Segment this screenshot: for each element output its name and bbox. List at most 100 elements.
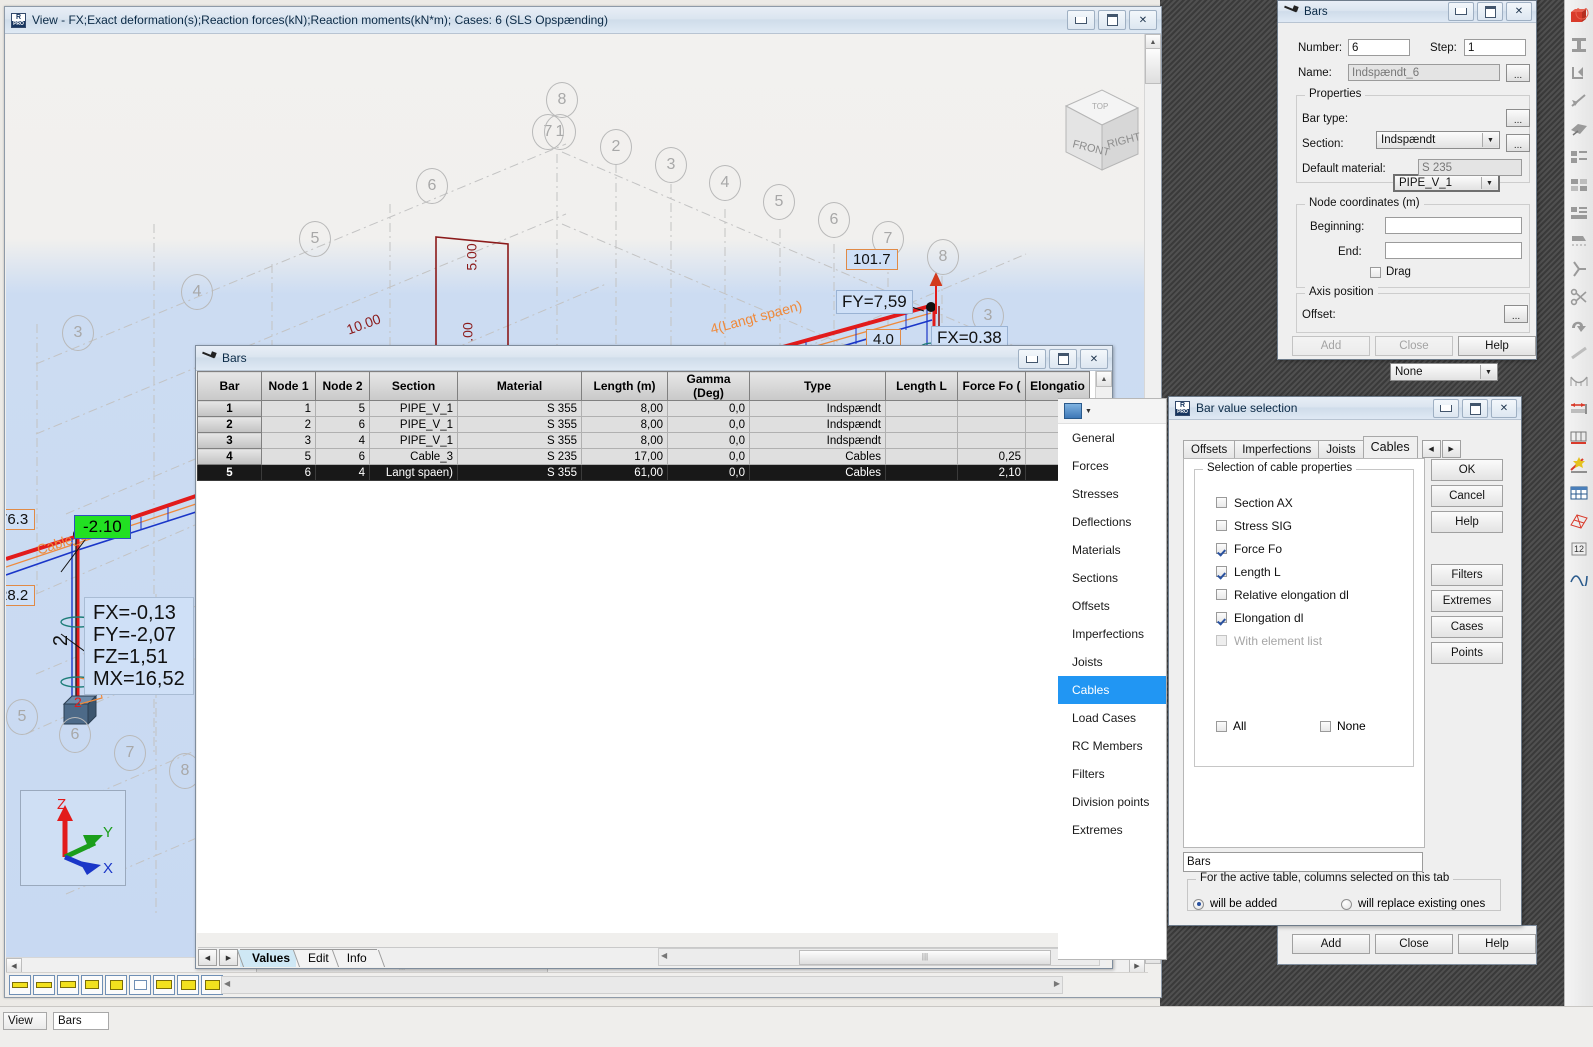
row-header-cell[interactable]: 4 <box>197 448 262 465</box>
column-panel-header[interactable]: ▼ <box>1058 399 1266 424</box>
column-category-sections[interactable]: Sections <box>1058 564 1166 592</box>
bars-grid[interactable]: Bar Node 1 Node 2 Section Material Lengt… <box>197 371 1095 933</box>
scroll-left-arrow[interactable]: ◀ <box>661 951 667 960</box>
column-category-panel[interactable]: ▼ General Forces Stresses Deflections Materi… <box>1058 398 1266 960</box>
column-header-force-fo[interactable]: Force Fo ( <box>957 371 1026 401</box>
add-button-secondary[interactable]: Add <box>1292 934 1370 954</box>
table-cell-length[interactable]: 17,00 <box>581 448 668 465</box>
column-category-joists[interactable]: Joists <box>1058 648 1166 676</box>
tab-offsets[interactable]: Offsets <box>1183 440 1236 459</box>
table-cell-length[interactable]: 8,00 <box>581 432 668 449</box>
column-category-cables[interactable]: Cables <box>1058 676 1166 704</box>
bars-table-maximize-button[interactable] <box>1049 349 1077 369</box>
bars-table-titlebar[interactable]: Bars ✕ <box>196 346 1112 371</box>
checkbox-length-l[interactable] <box>1216 566 1227 577</box>
table-cell-force_fo[interactable] <box>957 432 1026 449</box>
extremes-button[interactable]: Extremes <box>1431 590 1503 612</box>
chevron-down-icon[interactable]: ▼ <box>1480 365 1496 379</box>
column-category-rc-members[interactable]: RC Members <box>1058 732 1166 760</box>
all-checkbox-row[interactable]: All <box>1216 719 1246 733</box>
table-cell-gamma[interactable]: 0,0 <box>667 448 750 465</box>
table-cell-section[interactable]: PIPE_V_1 <box>369 400 458 417</box>
table-cell-length_l[interactable] <box>885 416 958 433</box>
node-n-icon[interactable] <box>9 974 31 995</box>
bar-line-icon[interactable] <box>1567 88 1591 113</box>
drag-checkbox-row[interactable]: Drag <box>1370 266 1411 278</box>
chevron-down-icon[interactable]: ▼ <box>1085 408 1092 415</box>
scissors-icon[interactable] <box>1567 284 1591 309</box>
section-combo[interactable]: PIPE_V_1 ▼ <box>1393 174 1500 192</box>
load-icon[interactable] <box>105 974 127 995</box>
points-button[interactable]: Points <box>1431 642 1503 664</box>
table-cell-section[interactable]: PIPE_V_1 <box>369 432 458 449</box>
picture-dropdown-icon[interactable] <box>1064 403 1082 419</box>
column-category-imperfections[interactable]: Imperfections <box>1058 620 1166 648</box>
bvs-maximize-button[interactable] <box>1462 399 1488 418</box>
help-button[interactable]: Help <box>1431 511 1503 533</box>
tab-imperfections[interactable]: Imperfections <box>1234 440 1320 459</box>
filters-button[interactable]: Filters <box>1431 564 1503 586</box>
table-row[interactable]: 1 1 5 PIPE_V_1 S 355 8,00 0,0 Indspændt <box>197 400 1090 417</box>
row-header-cell[interactable]: 1 <box>197 400 262 417</box>
table-cell-force_fo[interactable] <box>957 416 1026 433</box>
i-section-icon[interactable] <box>1567 32 1591 57</box>
table-cell-node2[interactable]: 4 <box>315 432 370 449</box>
result-icon[interactable] <box>1567 564 1591 589</box>
column-header-length-l[interactable]: Length L <box>885 371 958 401</box>
table-cell-node2[interactable]: 5 <box>315 400 370 417</box>
status-bars-field[interactable]: Bars <box>53 1012 109 1030</box>
checkbox-section-ax[interactable] <box>1216 497 1227 508</box>
node-support-icon[interactable] <box>1567 60 1591 85</box>
axis-icon[interactable] <box>129 974 151 995</box>
cases-button[interactable]: Cases <box>1431 616 1503 638</box>
panel-rows-icon[interactable] <box>1567 200 1591 225</box>
beginning-field[interactable] <box>1385 217 1522 234</box>
column-category-load-cases[interactable]: Load Cases <box>1058 704 1166 732</box>
cable-properties-checkbox-list[interactable]: Section AX Stress SIG Force Fo Length L Rela… <box>1216 491 1416 652</box>
column-header-node1[interactable]: Node 1 <box>261 371 316 401</box>
checkbox-row-relative-elongation-dl[interactable]: Relative elongation dl <box>1216 583 1416 606</box>
none-checkbox-row[interactable]: None <box>1320 719 1366 733</box>
table-cell-length[interactable]: 61,00 <box>581 464 668 481</box>
bars-sheet-tabstrip[interactable]: ◀ ▶ Values Edit Info ◀ ||| ▶ <box>198 947 1106 967</box>
bvs-minimize-button[interactable] <box>1433 399 1459 418</box>
table-cell-force_fo[interactable] <box>957 400 1026 417</box>
help-button-secondary[interactable]: Help <box>1458 934 1536 954</box>
offset-browse-button[interactable]: ... <box>1504 305 1528 323</box>
bars-dialog-titlebar[interactable]: Bars ✕ <box>1278 1 1536 23</box>
close-button[interactable]: Close <box>1375 336 1453 356</box>
view-cube[interactable]: FRONT RIGHT TOP <box>1046 82 1144 177</box>
tab-scroll-left[interactable]: ◀ <box>198 949 217 966</box>
bars-horizontal-scrollbar[interactable]: ◀ ||| ▶ <box>658 948 1100 966</box>
table-cell-type[interactable]: Cables <box>749 464 886 481</box>
table-cell-node1[interactable]: 5 <box>261 448 316 465</box>
radio-will-be-added-row[interactable]: will be added <box>1193 898 1277 910</box>
column-category-division-points[interactable]: Division points <box>1058 788 1166 816</box>
table-cell-type[interactable]: Indspændt <box>749 416 886 433</box>
scroll-right-arrow[interactable]: ▶ <box>1054 979 1060 988</box>
column-category-list[interactable]: General Forces Stresses Deflections Material… <box>1058 424 1166 844</box>
table-cell-section[interactable]: PIPE_V_1 <box>369 416 458 433</box>
bvs-titlebar[interactable]: R PRO Bar value selection ✕ <box>1169 397 1521 420</box>
table-cell-type[interactable]: Indspændt <box>749 400 886 417</box>
chevron-down-icon[interactable]: ▼ <box>1482 133 1498 147</box>
column-header-bar[interactable]: Bar <box>197 371 262 401</box>
cancel-button[interactable]: Cancel <box>1431 485 1503 507</box>
bars-table-close-button[interactable]: ✕ <box>1080 349 1108 369</box>
none-checkbox[interactable] <box>1320 720 1331 732</box>
row-header-cell[interactable]: 2 <box>197 416 262 433</box>
surface-icon[interactable] <box>1567 116 1591 141</box>
table-name-field[interactable]: Bars <box>1183 852 1423 872</box>
table-cell-node1[interactable]: 3 <box>261 432 316 449</box>
table-cell-node2[interactable]: 6 <box>315 448 370 465</box>
table-cell-node1[interactable]: 2 <box>261 416 316 433</box>
row-header-cell[interactable]: 3 <box>197 432 262 449</box>
cable-net-icon[interactable] <box>1567 368 1591 393</box>
table-cell-section[interactable]: Cable_3 <box>369 448 458 465</box>
support-icon[interactable] <box>81 974 103 995</box>
span-dim-icon[interactable] <box>1567 396 1591 421</box>
tab-scroll-right[interactable]: ▶ <box>219 949 238 966</box>
column-header-material[interactable]: Material <box>457 371 582 401</box>
table-cell-material[interactable]: S 355 <box>457 400 582 417</box>
table-cell-node2[interactable]: 6 <box>315 416 370 433</box>
